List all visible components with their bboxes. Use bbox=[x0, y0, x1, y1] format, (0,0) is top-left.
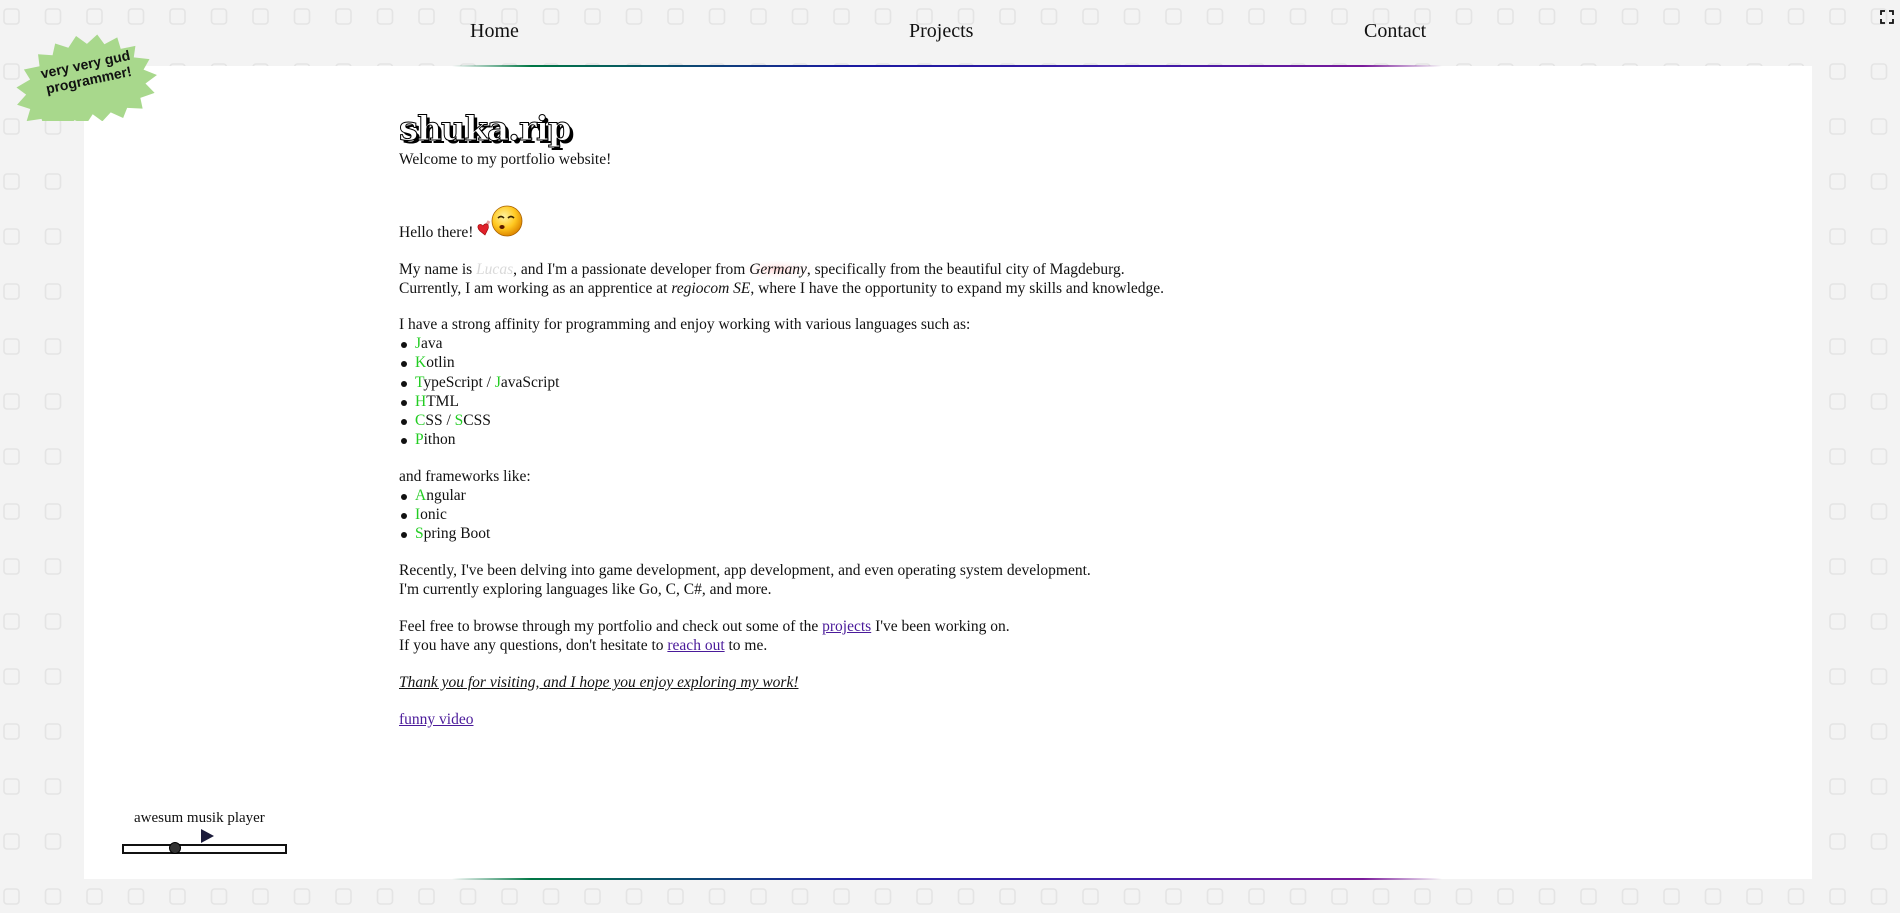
list-item: Spring Boot bbox=[399, 524, 1299, 543]
nav-home-link[interactable]: Home bbox=[470, 20, 519, 43]
list-item: HTML bbox=[399, 392, 1299, 411]
frameworks-heading: and frameworks like: bbox=[399, 467, 531, 485]
reach-out-link[interactable]: reach out bbox=[667, 637, 724, 654]
list-item: Angular bbox=[399, 486, 1299, 505]
browse-line: Feel free to browse through my portfolio… bbox=[399, 617, 1010, 635]
music-player: awesum musik player bbox=[122, 810, 287, 858]
languages-heading: I have a strong affinity for programming… bbox=[399, 316, 971, 333]
intro-line-1: My name is Lucas, and I'm a passionate d… bbox=[399, 261, 1125, 278]
list-item: TypeScript / JavaScript bbox=[399, 373, 1299, 392]
intro-paragraph: My name is Lucas, and I'm a passionate d… bbox=[399, 260, 1299, 298]
slider-handle[interactable] bbox=[168, 842, 181, 854]
welcome-text: Welcome to my portfolio website! bbox=[399, 151, 612, 168]
list-item: CSS / SCSS bbox=[399, 411, 1299, 430]
thanks-text: Thank you for visiting, and I hope you e… bbox=[399, 673, 799, 691]
country-text: Germany bbox=[743, 261, 813, 278]
progress-slider[interactable] bbox=[122, 842, 287, 854]
list-item: Ionic bbox=[399, 505, 1299, 524]
hello-text: Hello there! bbox=[399, 224, 474, 241]
name-text: Lucas bbox=[476, 261, 514, 278]
list-item: Pithon bbox=[399, 430, 1299, 449]
main-content: shuka.rip Welcome to my portfolio websit… bbox=[399, 110, 1299, 729]
contact-line: If you have any questions, don't hesitat… bbox=[399, 636, 768, 654]
play-icon[interactable] bbox=[199, 828, 215, 844]
funny-video-link[interactable]: funny video bbox=[399, 711, 473, 728]
languages-list: Java Kotlin TypeScript / JavaScript HTML… bbox=[399, 334, 1299, 450]
bottom-gradient-divider bbox=[452, 878, 1442, 880]
recent-line-2: I'm currently exploring languages like G… bbox=[399, 580, 772, 598]
company-text: regiocom SE bbox=[671, 280, 751, 297]
projects-link[interactable]: projects bbox=[822, 618, 871, 635]
kiss-emoji-icon bbox=[478, 205, 523, 237]
top-nav: Home Projects Contact bbox=[0, 0, 1900, 64]
player-title: awesum musik player bbox=[134, 810, 265, 826]
recent-line-1: Recently, I've been delving into game de… bbox=[399, 561, 1091, 579]
frameworks-list: Angular Ionic Spring Boot bbox=[399, 486, 1299, 544]
nav-projects-link[interactable]: Projects bbox=[909, 20, 973, 43]
expand-icon[interactable] bbox=[1880, 10, 1894, 24]
top-gradient-divider bbox=[452, 65, 1442, 67]
nav-contact-link[interactable]: Contact bbox=[1364, 20, 1426, 43]
intro-line-2: Currently, I am working as an apprentice… bbox=[399, 280, 1165, 297]
site-logo: shuka.rip bbox=[399, 109, 573, 149]
list-item: Java bbox=[399, 334, 1299, 353]
list-item: Kotlin bbox=[399, 353, 1299, 372]
hello-line: Hello there! bbox=[399, 204, 1299, 242]
